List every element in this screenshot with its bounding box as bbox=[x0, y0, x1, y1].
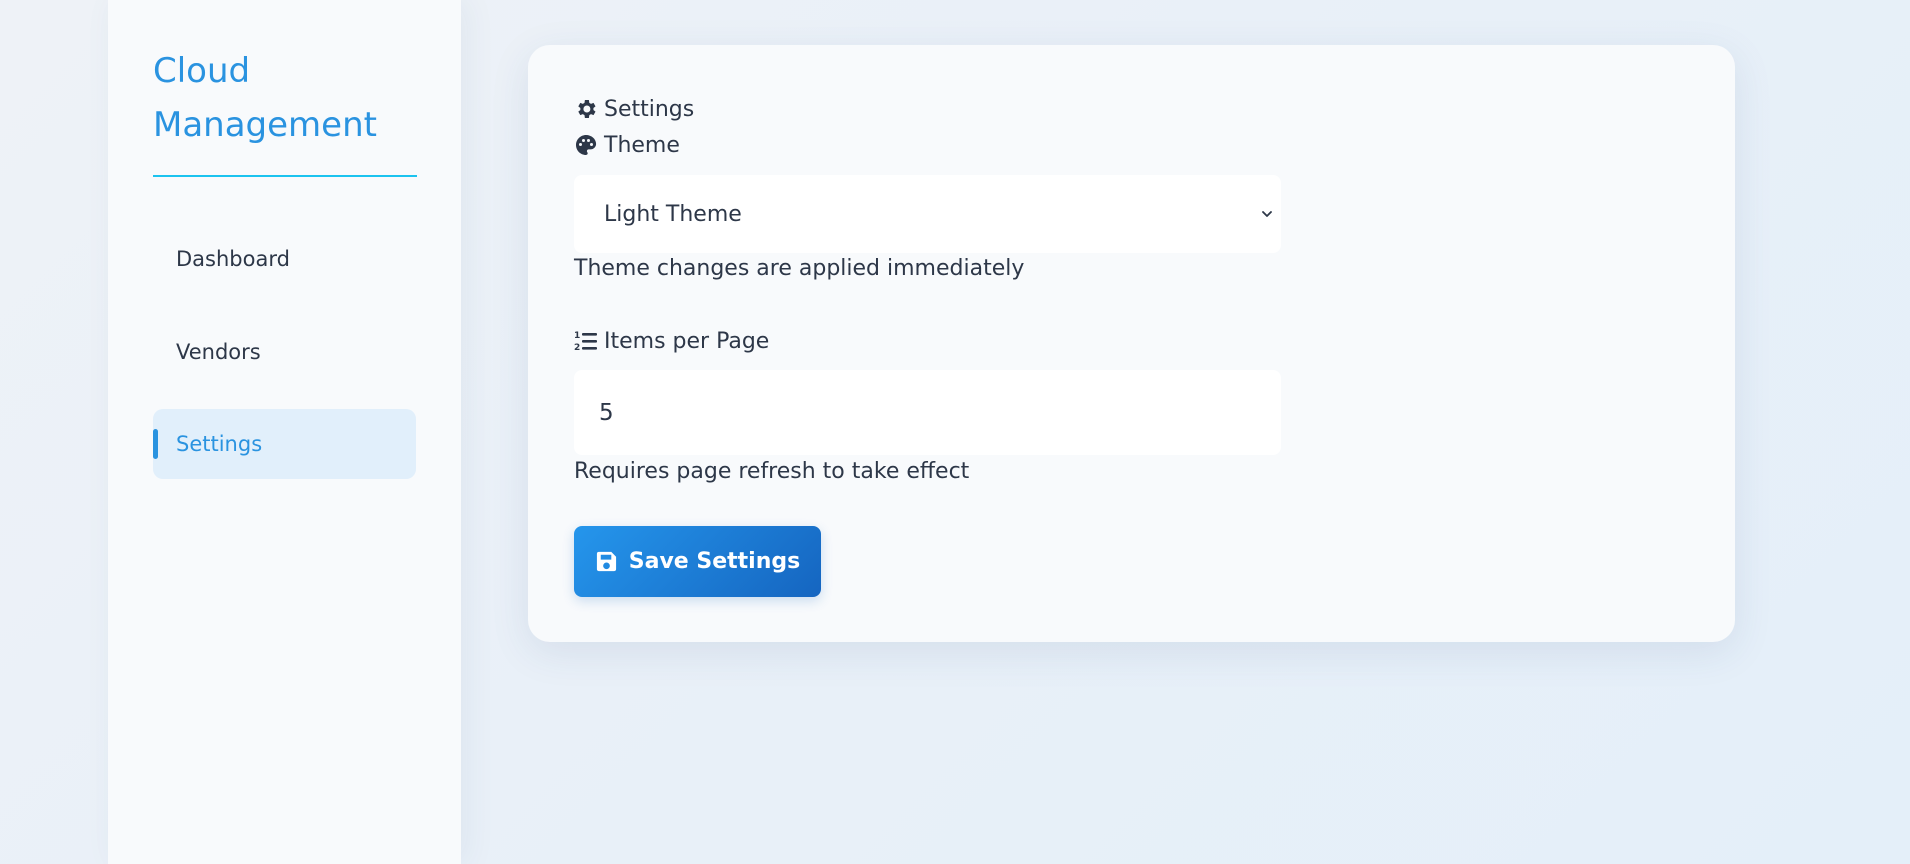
sidebar-item-settings[interactable]: Settings bbox=[153, 409, 416, 479]
sidebar-item-dashboard[interactable]: Dashboard bbox=[153, 224, 416, 294]
svg-text:1: 1 bbox=[574, 331, 580, 341]
theme-select[interactable]: Light Theme bbox=[574, 175, 1281, 253]
floppy-disk-icon bbox=[596, 551, 616, 572]
sidebar: Cloud Management Dashboard Vendors Setti… bbox=[108, 0, 461, 864]
items-per-page-hint: Requires page refresh to take effect bbox=[574, 459, 970, 484]
settings-heading: Settings bbox=[574, 94, 694, 124]
brand-line-2: Management bbox=[153, 105, 377, 145]
palette-icon bbox=[576, 135, 597, 155]
save-settings-label: Save Settings bbox=[628, 549, 801, 574]
svg-text:2: 2 bbox=[574, 343, 580, 353]
app-brand: Cloud Management bbox=[153, 44, 433, 152]
numbered-list-icon: 1 2 bbox=[574, 331, 597, 353]
settings-heading-text: Settings bbox=[604, 96, 695, 122]
theme-label-text: Theme bbox=[604, 132, 680, 158]
items-per-page-label-text: Items per Page bbox=[604, 328, 770, 354]
sidebar-item-label: Settings bbox=[176, 432, 263, 456]
sidebar-item-label: Dashboard bbox=[176, 247, 290, 271]
items-per-page-value: 5 bbox=[599, 399, 614, 426]
brand-divider bbox=[153, 175, 417, 177]
brand-line-1: Cloud bbox=[153, 51, 251, 91]
items-per-page-label: 1 2 Items per Page bbox=[574, 326, 769, 356]
theme-select-value: Light Theme bbox=[604, 201, 742, 227]
gear-icon bbox=[578, 100, 596, 118]
chevron-down-icon bbox=[1262, 211, 1272, 217]
active-indicator bbox=[153, 429, 158, 459]
items-per-page-input[interactable]: 5 bbox=[574, 370, 1281, 455]
sidebar-item-vendors[interactable]: Vendors bbox=[153, 317, 416, 387]
settings-card: Settings Theme Light Theme Theme changes… bbox=[528, 45, 1735, 642]
theme-hint: Theme changes are applied immediately bbox=[574, 256, 1025, 281]
save-settings-button[interactable]: Save Settings bbox=[574, 526, 821, 597]
theme-label: Theme bbox=[574, 130, 680, 160]
sidebar-item-label: Vendors bbox=[176, 340, 261, 364]
